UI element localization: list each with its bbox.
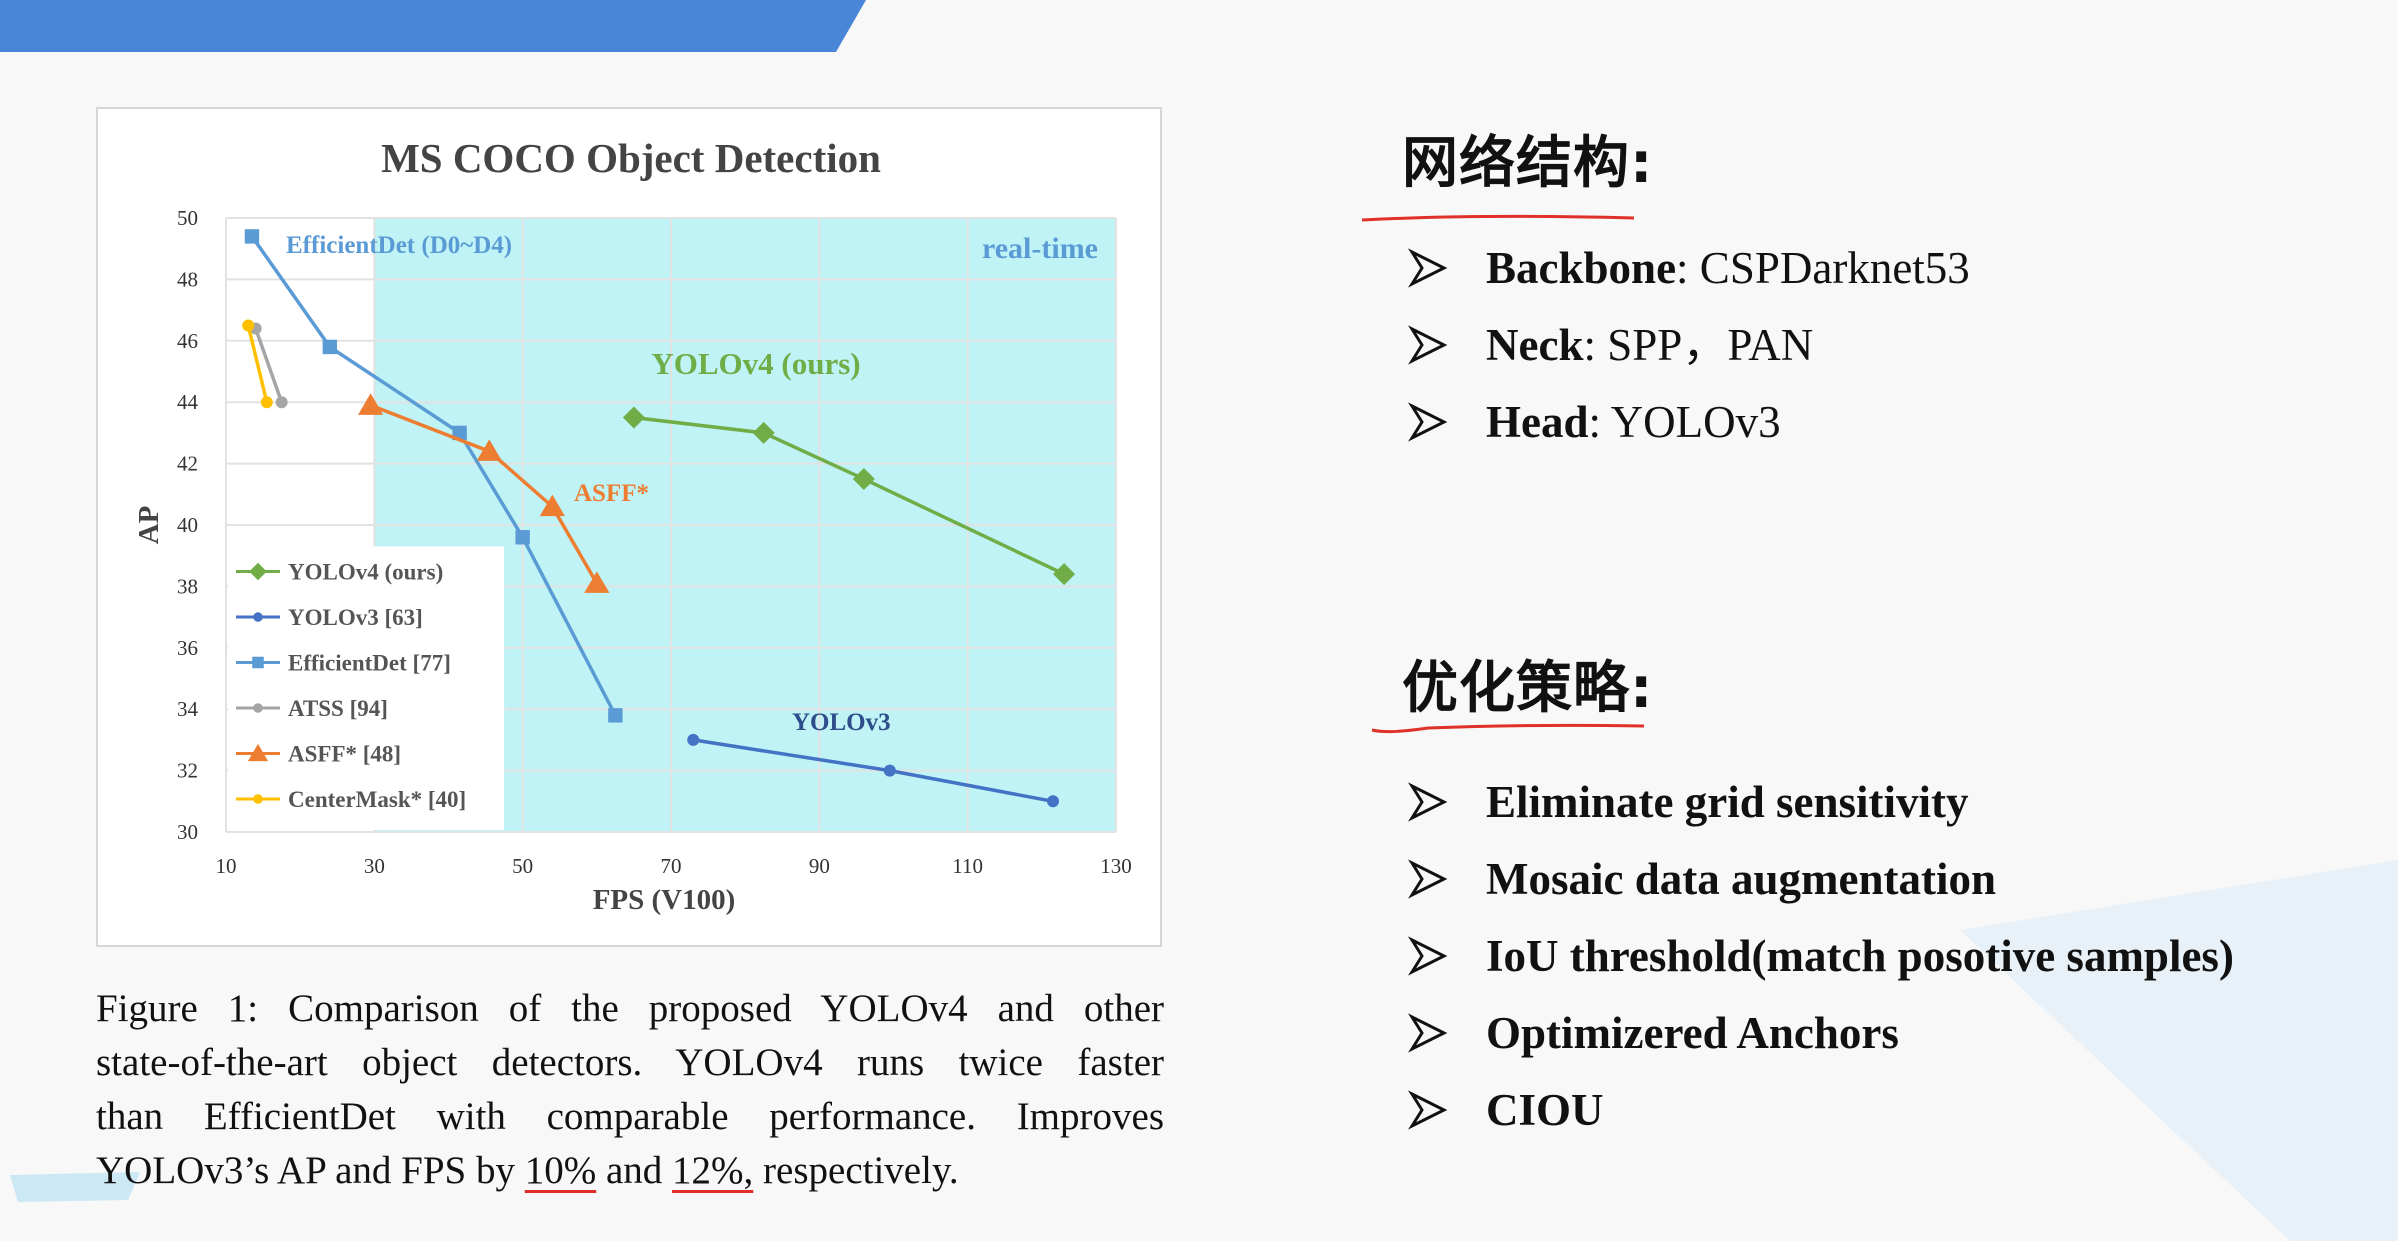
- x-axis-label: FPS (V100): [593, 884, 736, 916]
- annotation-efficientdet: EfficientDet (D0~D4): [286, 232, 512, 259]
- list-item: Neck: SPP，PAN: [1408, 315, 1970, 392]
- list-item: Mosaic data augmentation: [1408, 849, 2234, 926]
- item-text: IoU threshold(match posotive samples): [1486, 931, 2234, 981]
- x-tick-label: 30: [364, 854, 385, 878]
- data-point: [608, 708, 623, 723]
- title-underline: [1361, 214, 1635, 222]
- data-point: [1046, 795, 1059, 808]
- arrow-bullet-icon: [1408, 782, 1448, 822]
- item-value: : YOLOv3: [1588, 397, 1781, 447]
- list-item: CIOU: [1408, 1080, 2234, 1157]
- caption-highlight-10pct: 10%: [524, 1149, 597, 1192]
- caption-text: YOLOv3’s AP and FPS by: [96, 1149, 525, 1192]
- arrow-bullet-icon: [1408, 859, 1448, 899]
- item-key: Neck: [1486, 320, 1584, 370]
- x-tick-label: 110: [952, 854, 983, 878]
- list-item: Backbone: CSPDarknet53: [1408, 238, 1970, 315]
- caption-line: state-of-the-art object detectors. YOLOv…: [96, 1041, 1164, 1084]
- annotation-yolov4: YOLOv4 (ours): [651, 346, 860, 381]
- legend-label: ASFF* [48]: [288, 741, 401, 766]
- item-key: Backbone: [1486, 243, 1677, 293]
- y-tick-label: 32: [177, 759, 198, 783]
- caption-text: and: [596, 1149, 673, 1192]
- y-tick-label: 38: [177, 574, 198, 598]
- legend-label: YOLOv3 [63]: [288, 605, 423, 630]
- data-point: [244, 229, 260, 244]
- annotation-yolov3: YOLOv3: [792, 709, 891, 736]
- y-tick-label: 40: [177, 513, 198, 537]
- item-text: Optimizered Anchors: [1486, 1008, 1899, 1058]
- data-point: [242, 319, 255, 332]
- legend-label: EfficientDet [77]: [288, 650, 451, 675]
- item-text: CIOU: [1486, 1085, 1604, 1135]
- y-tick-label: 48: [177, 267, 198, 291]
- item-text: Mosaic data augmentation: [1486, 854, 1996, 904]
- x-tick-label: 50: [512, 854, 533, 878]
- legend-swatch-marker: [252, 656, 264, 669]
- x-tick-label: 90: [809, 854, 830, 878]
- arrow-bullet-icon: [1408, 1013, 1448, 1053]
- annotation-real-time: real-time: [982, 232, 1098, 265]
- caption-text: respectively.: [753, 1149, 959, 1192]
- caption-highlight-12pct: 12%,: [672, 1149, 754, 1192]
- list-item: IoU threshold(match posotive samples): [1408, 926, 2234, 1003]
- legend-swatch-marker: [253, 794, 263, 804]
- item-key: Head: [1486, 397, 1589, 447]
- caption-line: than EfficientDet with comparable perfor…: [96, 1095, 1164, 1138]
- data-point: [322, 339, 338, 355]
- data-point: [275, 396, 288, 409]
- caption-line-last: YOLOv3’s AP and FPS by 10% and 12%, resp…: [96, 1144, 1164, 1198]
- list-item: Optimizered Anchors: [1408, 1003, 2234, 1080]
- chart-panel: 10 30 50 70 90 110 130 30 32 34 36 38 40 42 44 46 48 50 MS…: [96, 107, 1162, 947]
- y-tick-label: 50: [177, 206, 198, 230]
- chart-title: MS COCO Object Detection: [381, 135, 881, 181]
- arrow-bullet-icon: [1408, 402, 1448, 442]
- data-point: [260, 396, 273, 409]
- item-value: : CSPDarknet53: [1676, 243, 1970, 293]
- data-point: [687, 733, 700, 746]
- y-tick-label: 36: [177, 636, 198, 660]
- figure-caption: Figure 1: Comparison of the proposed YOL…: [96, 982, 1164, 1198]
- data-point: [883, 764, 896, 777]
- y-tick-label: 30: [177, 820, 198, 844]
- arrow-bullet-icon: [1408, 248, 1448, 288]
- y-tick-label: 44: [177, 390, 199, 414]
- y-tick-label: 46: [177, 329, 198, 353]
- item-value: : SPP，PAN: [1583, 320, 1814, 370]
- list-item: Head: YOLOv3: [1408, 392, 1970, 469]
- arrow-bullet-icon: [1408, 936, 1448, 976]
- legend-swatch-marker: [253, 703, 263, 713]
- legend-swatch-marker: [253, 612, 263, 622]
- y-tick-label: 34: [177, 697, 199, 721]
- network-structure-list: Backbone: CSPDarknet53 Neck: SPP，PAN Hea…: [1408, 238, 1970, 469]
- x-tick-label: 70: [661, 854, 682, 878]
- x-tick-label: 10: [216, 854, 237, 878]
- caption-line: Figure 1: Comparison of the proposed YOL…: [96, 987, 1164, 1030]
- item-text: Eliminate grid sensitivity: [1486, 777, 1969, 827]
- data-point: [515, 530, 530, 545]
- list-item: Eliminate grid sensitivity: [1408, 772, 2234, 849]
- arrow-bullet-icon: [1408, 1090, 1448, 1130]
- x-tick-label: 130: [1100, 854, 1132, 878]
- section-title-network: 网络结构:: [1402, 131, 1654, 196]
- legend-label: CenterMask* [40]: [288, 787, 466, 812]
- y-tick-label: 42: [177, 452, 198, 476]
- chart: 10 30 50 70 90 110 130 30 32 34 36 38 40 42 44 46 48 50 MS…: [133, 135, 1132, 916]
- optimization-list: Eliminate grid sensitivity Mosaic data a…: [1408, 772, 2234, 1157]
- section-title-optimization: 优化策略:: [1402, 656, 1654, 721]
- title-underline: [1371, 723, 1645, 734]
- legend-label: YOLOv4 (ours): [288, 559, 443, 584]
- legend-label: ATSS [94]: [288, 696, 388, 721]
- annotation-asff: ASFF*: [574, 480, 649, 507]
- arrow-bullet-icon: [1408, 325, 1448, 365]
- y-axis-label: AP: [133, 506, 165, 545]
